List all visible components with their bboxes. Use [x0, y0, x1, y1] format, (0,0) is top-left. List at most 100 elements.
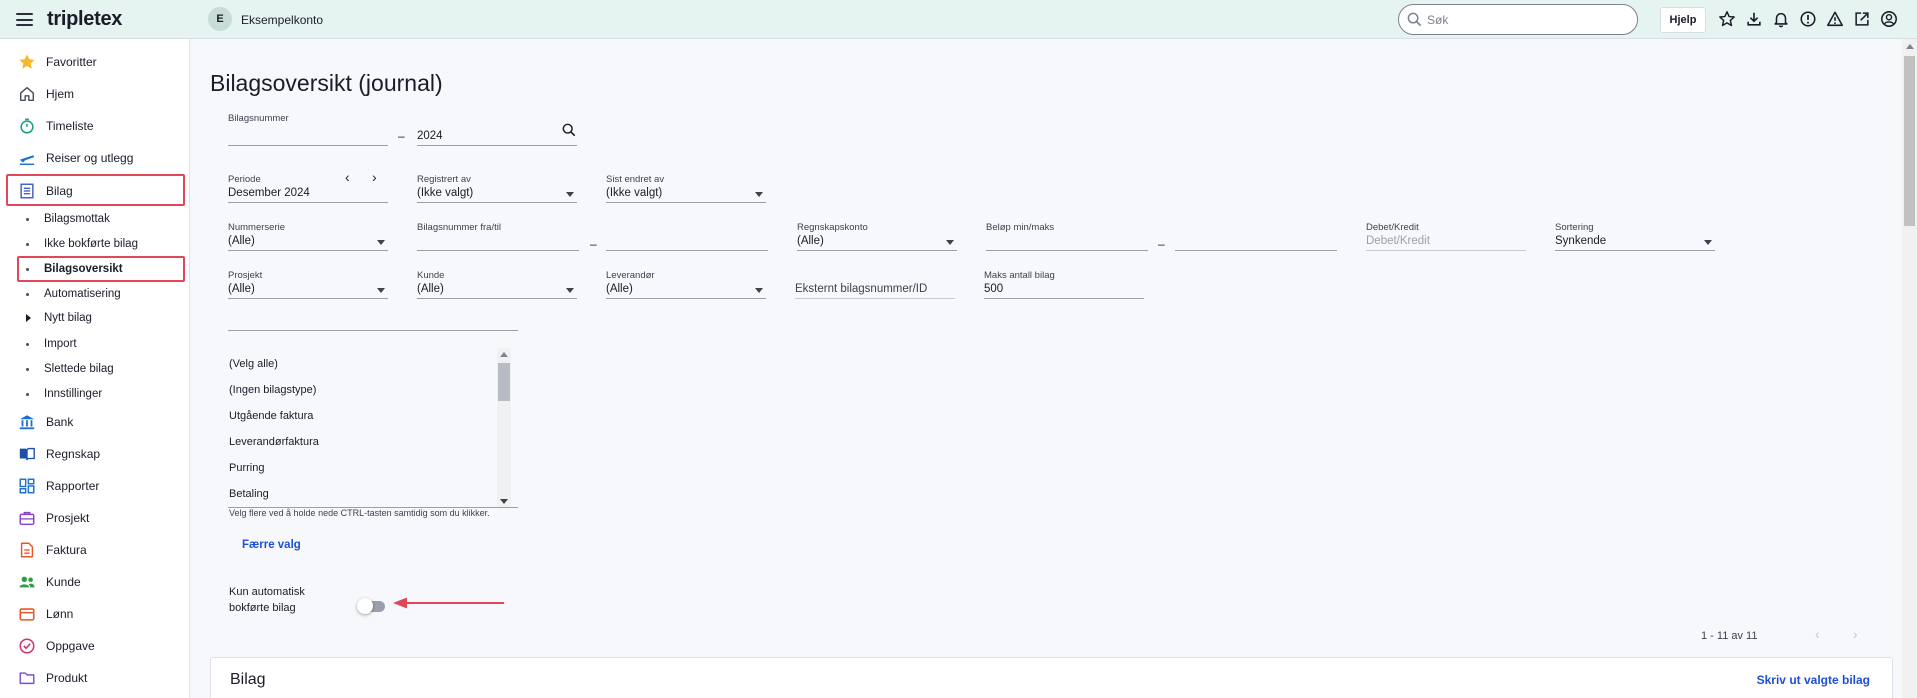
scroll-thumb[interactable]	[498, 363, 510, 401]
sortering-select[interactable]: Sortering Synkende	[1555, 222, 1715, 251]
user-icon[interactable]	[1880, 10, 1898, 28]
bell-icon[interactable]	[1772, 10, 1790, 28]
belop-min-input[interactable]	[986, 234, 1148, 251]
regnskapskonto-select[interactable]: Regnskapskonto (Alle)	[797, 222, 957, 251]
search-icon[interactable]	[562, 123, 576, 137]
bilagsnummer-input[interactable]	[228, 129, 388, 146]
year-input[interactable]: 2024	[417, 129, 577, 146]
list-item[interactable]: Leverandørfaktura	[229, 436, 319, 448]
leverandor-select[interactable]: Leverandør (Alle)	[606, 270, 766, 299]
sidebar-item-label: Favoritter	[46, 55, 97, 69]
belop-maks-field[interactable]	[1175, 222, 1337, 251]
expand-arrow-icon[interactable]	[26, 314, 31, 322]
menu-icon[interactable]	[16, 13, 33, 26]
debet-kredit-field[interactable]: Debet/Kredit Debet/Kredit	[1366, 222, 1526, 251]
eksternt-bilagsnummer-field[interactable]: Eksternt bilagsnummer/ID	[795, 270, 955, 299]
list-item[interactable]: Purring	[229, 462, 264, 474]
sidebar-item-label: Prosjekt	[46, 511, 90, 525]
sidebar-subitem-label: Nytt bilag	[44, 312, 92, 324]
sidebar-item-kunde[interactable]: Kunde	[18, 570, 81, 594]
sidebar-subitem-automatisering[interactable]: Automatisering	[26, 285, 121, 303]
chevron-left-icon[interactable]: ‹	[1815, 626, 1820, 642]
sidebar-item-regnskap[interactable]: Regnskap	[18, 442, 100, 466]
bilagstype-filter-input[interactable]	[228, 330, 518, 331]
sidebar-item-label: Produkt	[46, 671, 88, 685]
sidebar-item-rapporter[interactable]: Rapporter	[18, 474, 99, 498]
sidebar-item-favoritter[interactable]: Favoritter	[18, 50, 97, 74]
invoice-icon	[20, 542, 34, 558]
debet-kredit-input[interactable]: Debet/Kredit	[1366, 234, 1526, 251]
sidebar-subitem-label: Ikke bokførte bilag	[44, 238, 138, 250]
list-item[interactable]: (Velg alle)	[229, 358, 278, 370]
listbox-scrollbar[interactable]	[497, 348, 511, 507]
chevron-right-icon[interactable]: ›	[1853, 626, 1858, 642]
scroll-up-icon[interactable]	[500, 352, 508, 357]
list-item[interactable]: (Ingen bilagstype)	[229, 384, 316, 396]
bilagsnummer-fra-input[interactable]	[417, 234, 579, 251]
chevron-right-icon[interactable]: ›	[372, 169, 377, 185]
scroll-down-icon[interactable]	[500, 499, 508, 504]
maks-antall-field[interactable]: Maks antall bilag 500	[984, 270, 1144, 299]
alert-circle-icon[interactable]	[1799, 10, 1817, 28]
home-icon	[19, 86, 35, 102]
logo[interactable]: tripletex	[47, 8, 122, 31]
bullet-icon	[26, 217, 29, 221]
sidebar-item-timeliste[interactable]: Timeliste	[18, 114, 94, 138]
bilagsnummer-til-field[interactable]	[606, 222, 768, 251]
print-selected-button[interactable]: Skriv ut valgte bilag	[1757, 673, 1870, 687]
sidebar-item-reiser[interactable]: Reiser og utlegg	[18, 146, 133, 170]
fewer-options-link[interactable]: Færre valg	[242, 539, 301, 551]
scroll-up-icon[interactable]	[1906, 44, 1914, 49]
range-dash: –	[1158, 237, 1165, 251]
sidebar-item-prosjekt[interactable]: Prosjekt	[18, 506, 89, 530]
belop-maks-input[interactable]	[1175, 234, 1337, 251]
sidebar-item-bank[interactable]: Bank	[18, 410, 73, 434]
sidebar-subitem-bilagsmottak[interactable]: Bilagsmottak	[26, 210, 110, 228]
bilagsnummer-field[interactable]: Bilagsnummer	[228, 113, 388, 146]
maks-antall-input[interactable]: 500	[984, 282, 1144, 299]
sidebar-item-faktura[interactable]: Faktura	[18, 538, 87, 562]
account-name[interactable]: Eksempelkonto	[241, 13, 323, 27]
download-icon[interactable]	[1745, 10, 1763, 28]
search-box[interactable]	[1398, 4, 1638, 35]
kunde-select[interactable]: Kunde (Alle)	[417, 270, 577, 299]
sist-endret-av-select[interactable]: Sist endret av (Ikke valgt)	[606, 174, 766, 203]
chevron-left-icon[interactable]: ‹	[345, 169, 350, 185]
bilagsnummer-fra-field[interactable]: Bilagsnummer fra/til	[417, 222, 579, 251]
sidebar-subitem-nytt-bilag[interactable]: Nytt bilag	[26, 309, 92, 327]
help-button[interactable]: Hjelp	[1660, 7, 1706, 33]
sidebar-item-produkt[interactable]: Produkt	[18, 666, 87, 690]
star-icon[interactable]	[1718, 10, 1736, 28]
sidebar-subitem-slettede[interactable]: Slettede bilag	[26, 360, 114, 378]
list-item[interactable]: Utgående faktura	[229, 410, 313, 422]
external-link-icon[interactable]	[1853, 10, 1871, 28]
bilagstype-listbox[interactable]: (Velg alle) (Ingen bilagstype) Utgående …	[228, 348, 518, 508]
registrert-av-select[interactable]: Registrert av (Ikke valgt)	[417, 174, 577, 203]
sidebar-item-hjem[interactable]: Hjem	[18, 82, 74, 106]
periode-field[interactable]: Periode Desember 2024	[228, 174, 388, 203]
prosjekt-select[interactable]: Prosjekt (Alle)	[228, 270, 388, 299]
bilagsnummer-til-input[interactable]	[606, 234, 768, 251]
warning-icon[interactable]	[1826, 10, 1844, 28]
field-label: Beløp min/maks	[986, 222, 1055, 233]
nummerserie-select[interactable]: Nummerserie (Alle)	[228, 222, 388, 251]
belop-min-field[interactable]: Beløp min/maks	[986, 222, 1148, 251]
sidebar-subitem-label: Bilagsmottak	[44, 213, 110, 225]
eksternt-bilagsnummer-input[interactable]: Eksternt bilagsnummer/ID	[795, 282, 955, 299]
auto-booked-toggle[interactable]	[357, 598, 385, 614]
year-field[interactable]: 2024	[417, 113, 577, 146]
sidebar-subitem-import[interactable]: Import	[26, 335, 77, 353]
sidebar-subitem-label: Slettede bilag	[44, 363, 114, 375]
scroll-thumb[interactable]	[1904, 56, 1915, 226]
select-value: (Alle)	[797, 235, 824, 247]
periode-value[interactable]: Desember 2024	[228, 186, 388, 203]
list-item[interactable]: Betaling	[229, 488, 269, 500]
page-scrollbar[interactable]	[1902, 39, 1917, 698]
sidebar-item-lonn[interactable]: Lønn	[18, 602, 73, 626]
sidebar-subitem-innstillinger[interactable]: Innstillinger	[26, 385, 102, 403]
sidebar-item-oppgave[interactable]: Oppgave	[18, 634, 95, 658]
account-avatar[interactable]: E	[208, 7, 232, 31]
search-input[interactable]	[1427, 11, 1627, 29]
select-value: (Alle)	[417, 283, 444, 295]
sidebar-subitem-ikke-bokforte[interactable]: Ikke bokførte bilag	[26, 235, 138, 253]
